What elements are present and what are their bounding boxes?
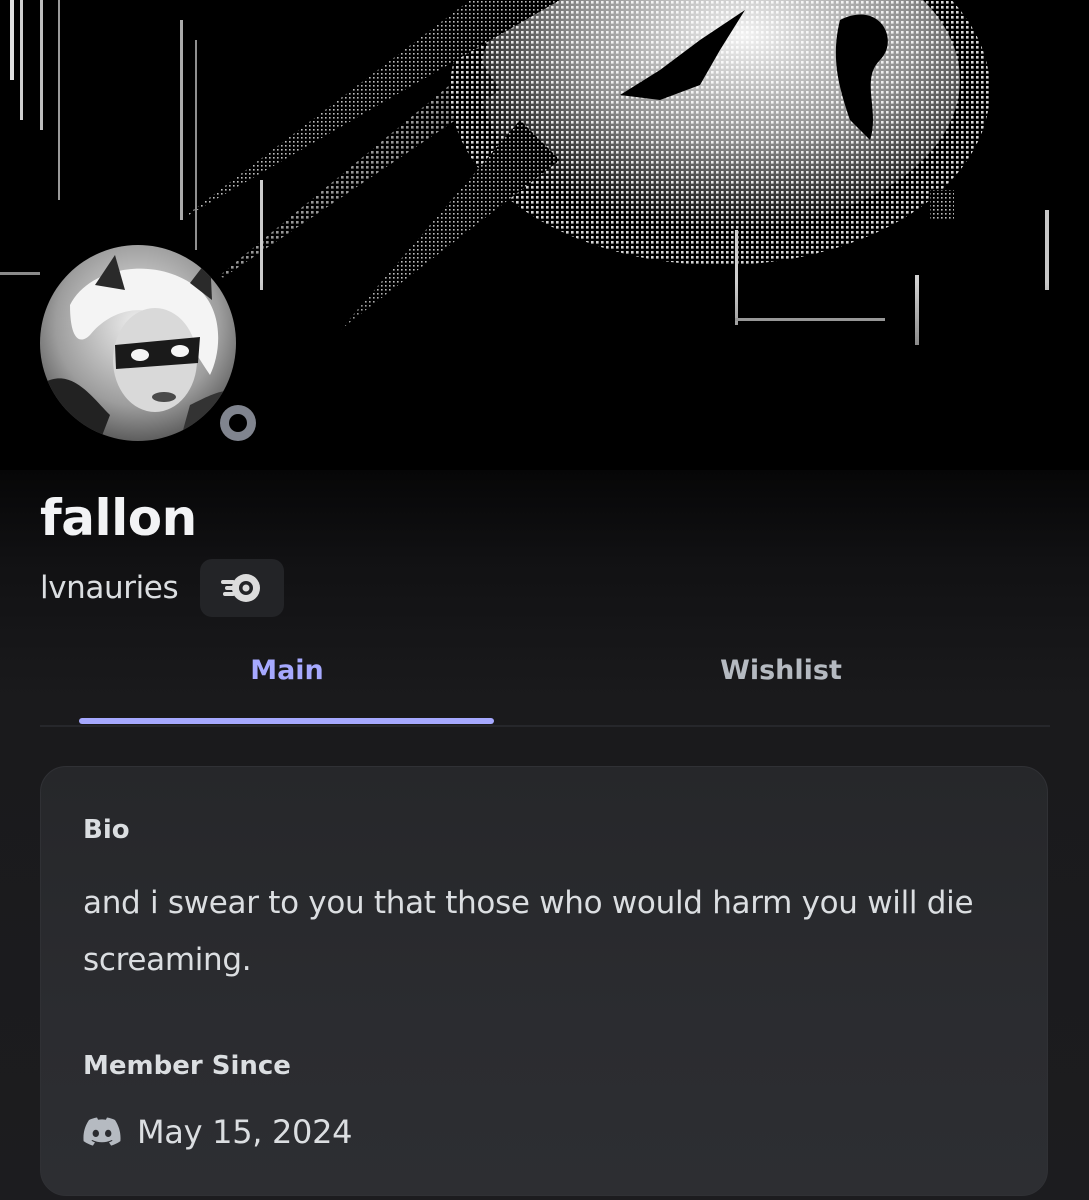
status-offline-icon xyxy=(213,398,263,448)
active-tab-indicator xyxy=(79,718,494,724)
profile-page: fallon lvnauries Main Wishlist Bio and i… xyxy=(0,0,1089,1200)
profile-tabs: Main Wishlist xyxy=(40,630,1050,727)
discord-icon xyxy=(83,1117,121,1146)
username: lvnauries xyxy=(40,570,179,606)
username-row: lvnauries xyxy=(40,558,285,618)
nitro-badge[interactable] xyxy=(200,559,285,617)
member-since-row: May 15, 2024 xyxy=(83,1107,353,1157)
member-since-date: May 15, 2024 xyxy=(137,1113,353,1151)
display-name: fallon xyxy=(40,489,197,547)
bio-text: and i swear to you that those who would … xyxy=(83,885,974,978)
nitro-badge-icon xyxy=(221,574,261,602)
bio-heading: Bio xyxy=(83,815,130,845)
tab-wishlist[interactable]: Wishlist xyxy=(574,630,988,710)
avatar[interactable] xyxy=(40,245,236,441)
member-since-heading: Member Since xyxy=(83,1051,291,1081)
avatar-container[interactable] xyxy=(31,236,263,450)
tab-main[interactable]: Main xyxy=(80,630,494,710)
profile-info-card: Bio and i swear to you that those who wo… xyxy=(40,766,1048,1196)
